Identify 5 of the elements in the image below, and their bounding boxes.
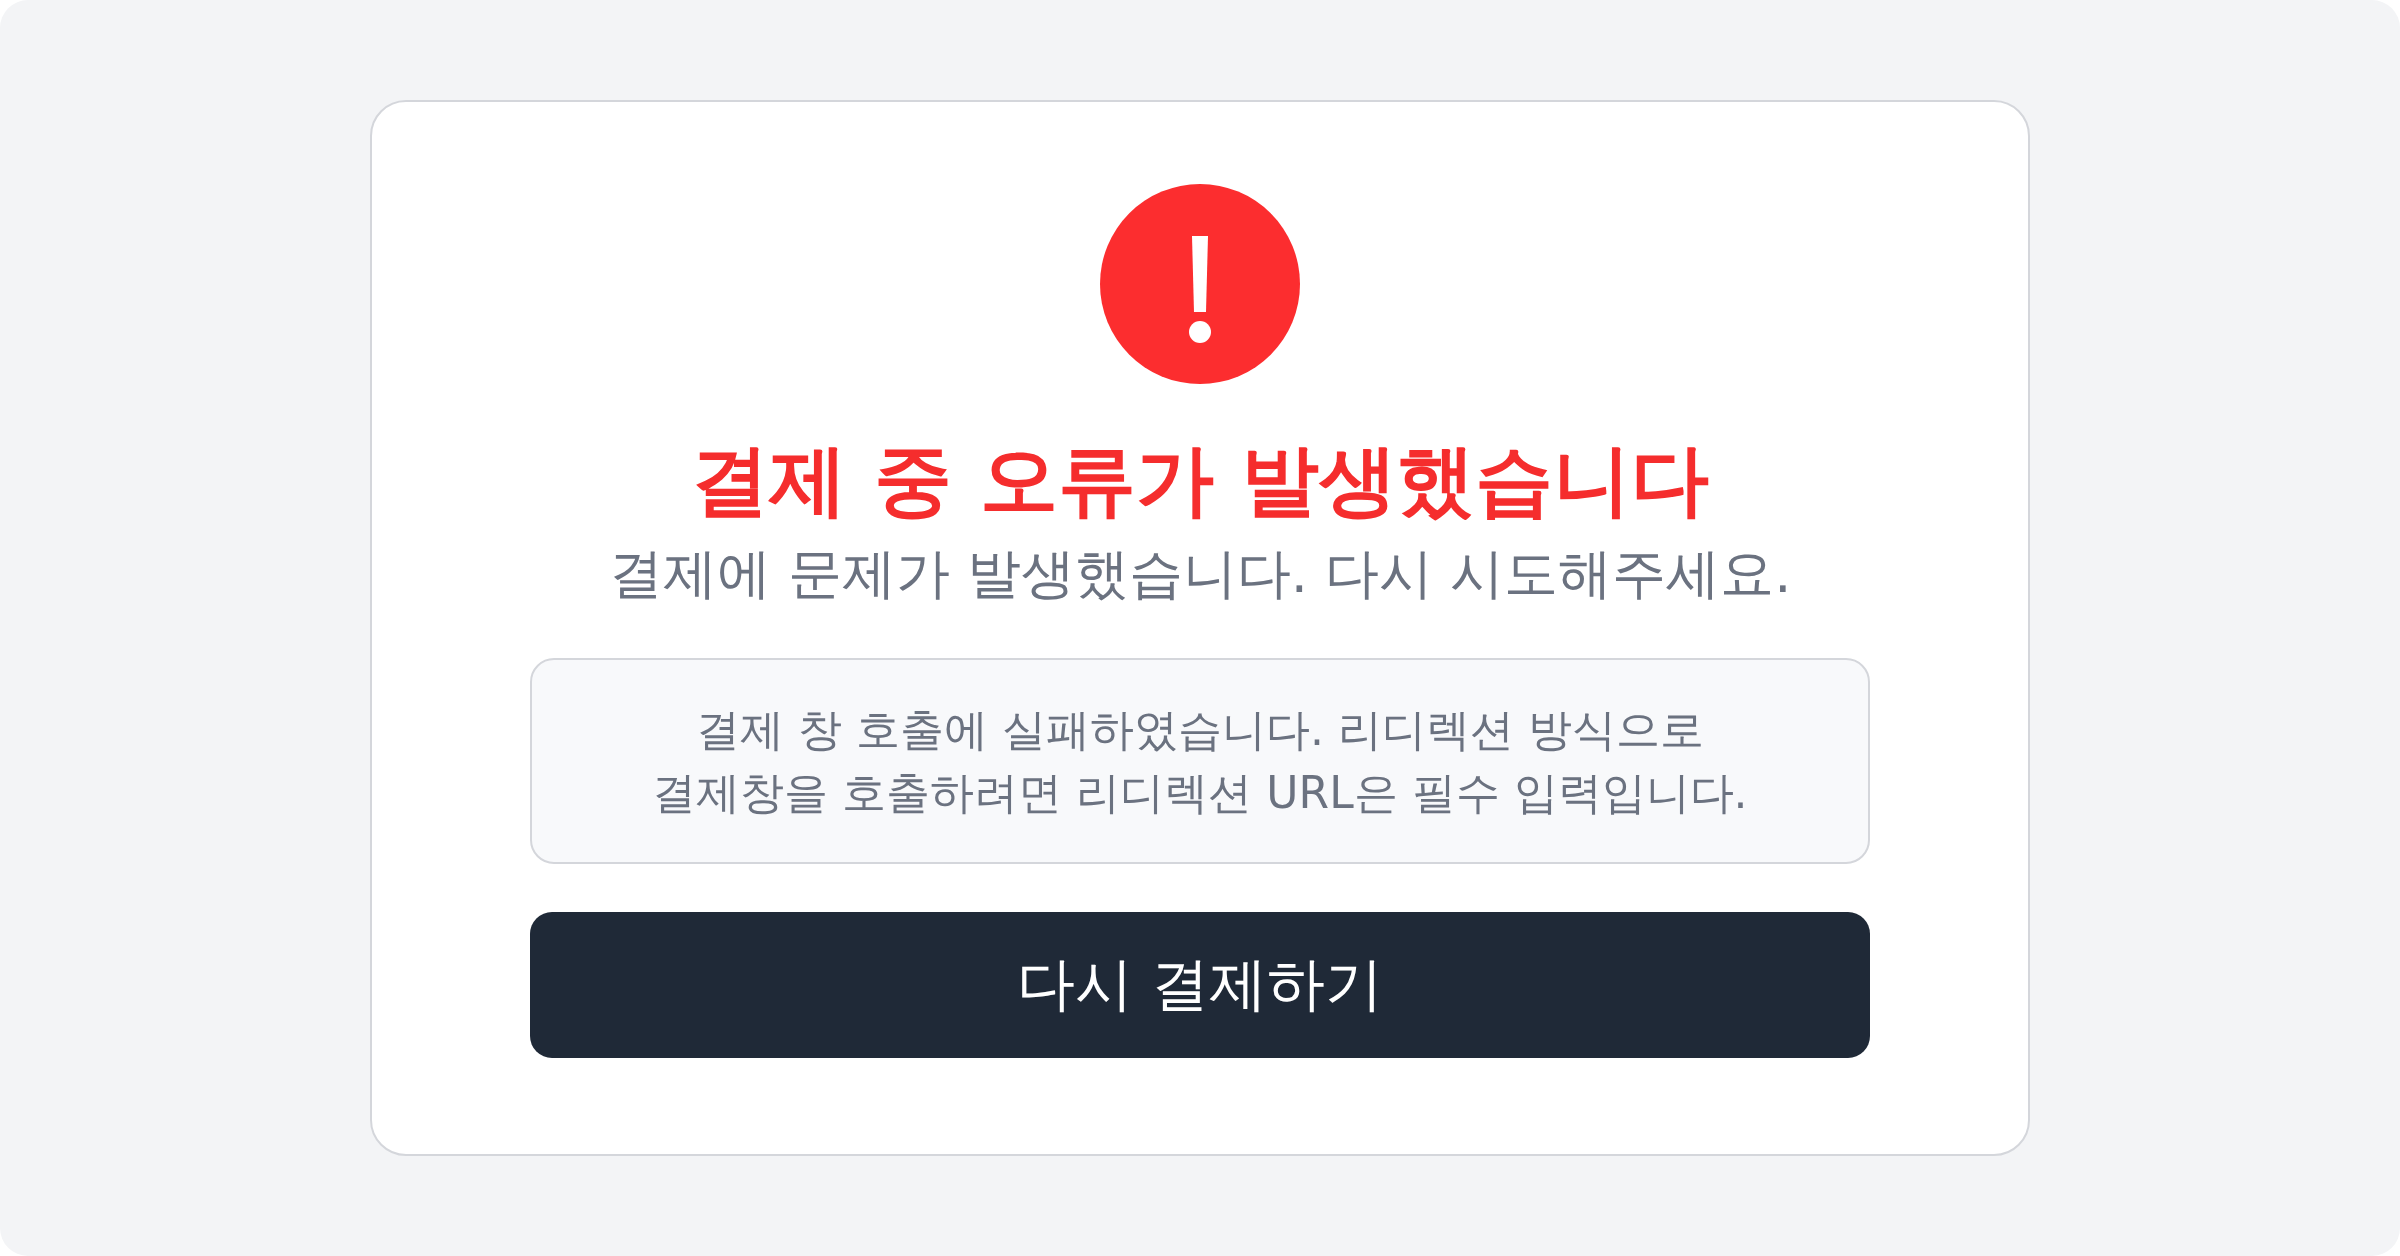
error-title: 결제 중 오류가 발생했습니다 <box>691 434 1709 527</box>
error-subtitle: 결제에 문제가 발생했습니다. 다시 시도해주세요. <box>608 541 1792 607</box>
retry-payment-button[interactable]: 다시 결제하기 <box>530 912 1870 1059</box>
error-detail: 결제 창 호출에 실패하였습니다. 리디렉션 방식으로 결제창을 호출하려면 리디렉션 URL은 필수 입력입니다. <box>530 658 1870 865</box>
warning-icon <box>1100 184 1300 384</box>
